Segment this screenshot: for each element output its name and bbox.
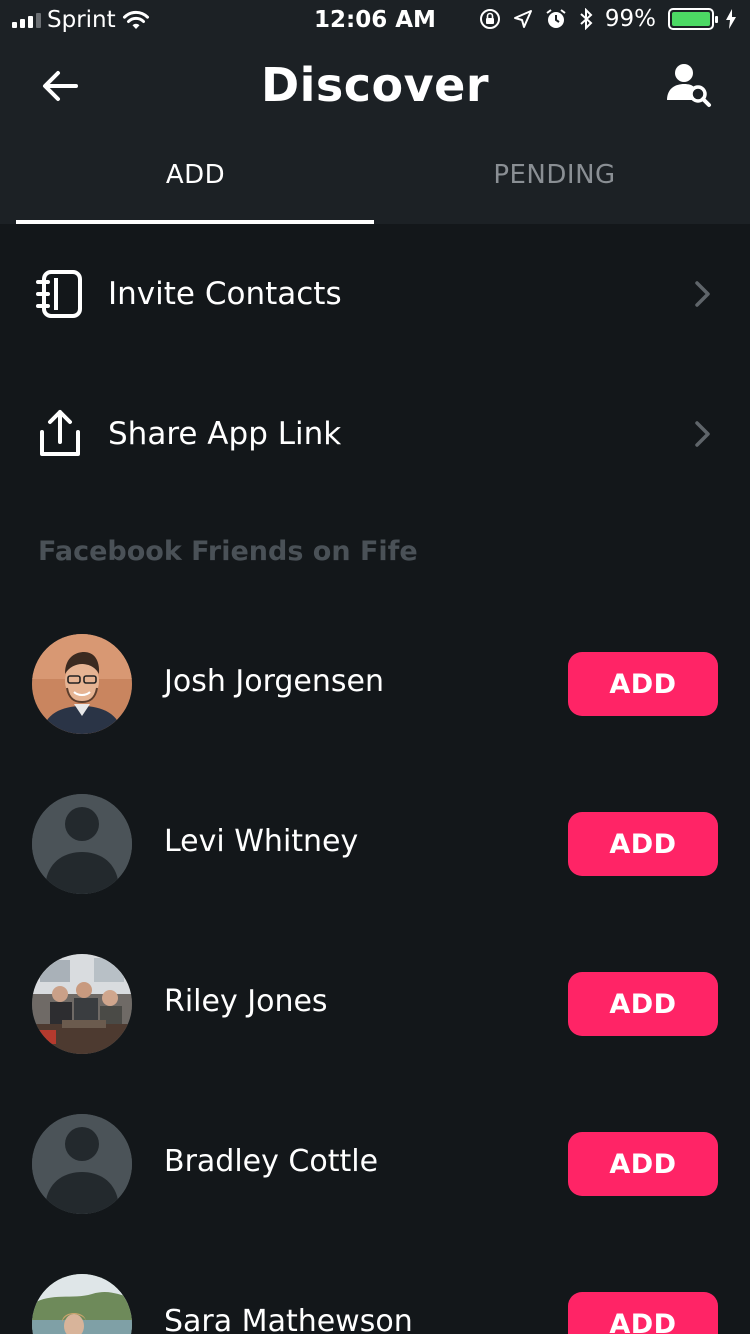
status-right: 99%: [479, 6, 736, 32]
avatar[interactable]: [32, 1114, 132, 1214]
charging-icon: [726, 9, 736, 29]
avatar[interactable]: [32, 954, 132, 1054]
tab-add[interactable]: ADD: [16, 140, 375, 224]
add-friend-button[interactable]: ADD: [568, 812, 718, 876]
friend-row: Josh Jorgensen ADD: [0, 634, 750, 734]
friend-row: Bradley Cottle ADD: [0, 1114, 750, 1214]
share-app-link-row[interactable]: Share App Link: [0, 364, 750, 504]
header: Discover ADD PENDING: [0, 40, 750, 224]
friend-name: Bradley Cottle: [164, 1144, 379, 1179]
share-app-link-label: Share App Link: [108, 416, 342, 452]
avatar[interactable]: [32, 794, 132, 894]
avatar-photo: [32, 634, 132, 734]
status-bar: Sprint 12:06 AM 99%: [0, 0, 750, 40]
chevron-right-icon: [695, 421, 710, 447]
invite-contacts-row[interactable]: Invite Contacts: [0, 224, 750, 364]
avatar[interactable]: [32, 1274, 132, 1334]
location-icon: [513, 10, 532, 28]
friend-name: Josh Jorgensen: [164, 664, 385, 699]
chevron-right-icon: [695, 281, 710, 307]
avatar[interactable]: [32, 634, 132, 734]
tab-pending[interactable]: PENDING: [375, 140, 734, 224]
orientation-lock-icon: [479, 9, 500, 29]
default-avatar-icon: [32, 1114, 132, 1214]
add-friend-button[interactable]: ADD: [568, 972, 718, 1036]
avatar-photo: [32, 954, 132, 1054]
friend-row: Sara Mathewson ADD: [0, 1274, 750, 1334]
friend-name: Sara Mathewson: [164, 1304, 413, 1334]
default-avatar-icon: [32, 794, 132, 894]
add-friend-button[interactable]: ADD: [568, 652, 718, 716]
alarm-icon: [546, 9, 566, 28]
friend-row: Riley Jones ADD: [0, 954, 750, 1054]
avatar-photo: [32, 1274, 132, 1334]
section-title: Facebook Friends on Fife: [38, 536, 418, 567]
battery-icon: [668, 8, 718, 30]
tab-bar: ADD PENDING: [16, 140, 734, 224]
add-friend-button[interactable]: ADD: [568, 1132, 718, 1196]
bluetooth-icon: [580, 8, 593, 30]
share-icon: [40, 410, 80, 456]
friend-row: Levi Whitney ADD: [0, 794, 750, 894]
discover-screen: Sprint 12:06 AM 99% Discover ADD PENDING…: [0, 0, 750, 1334]
user-search-icon[interactable]: [664, 62, 714, 108]
add-friend-button[interactable]: ADD: [568, 1292, 718, 1334]
friend-name: Riley Jones: [164, 984, 328, 1019]
friend-name: Levi Whitney: [164, 824, 359, 859]
battery-percent: 99%: [604, 6, 656, 32]
page-title: Discover: [260, 58, 490, 112]
contacts-book-icon: [36, 270, 82, 318]
invite-contacts-label: Invite Contacts: [108, 276, 342, 312]
